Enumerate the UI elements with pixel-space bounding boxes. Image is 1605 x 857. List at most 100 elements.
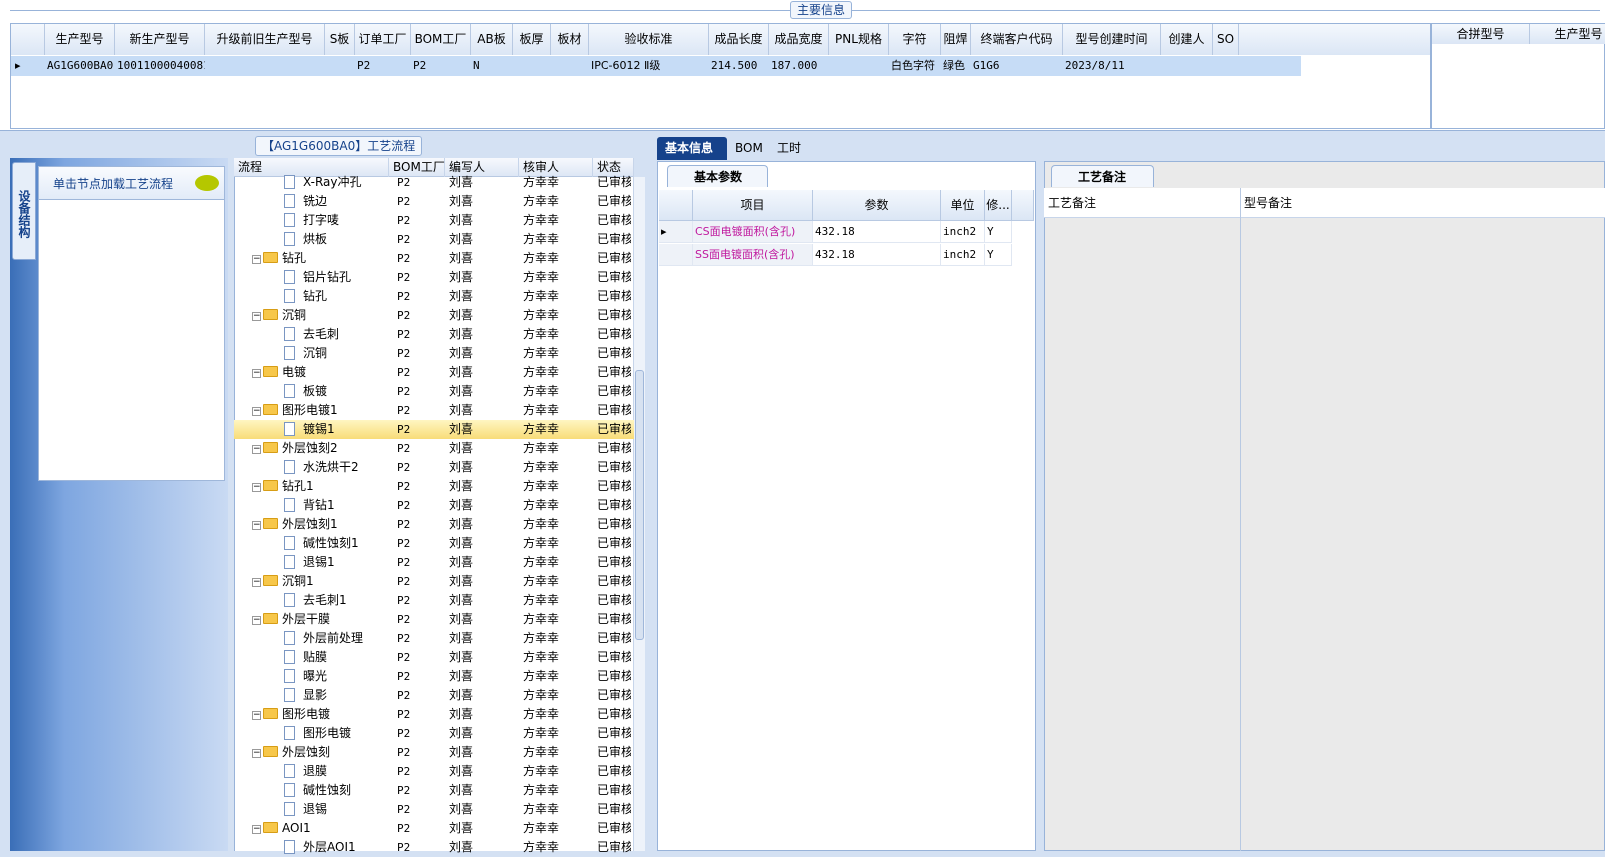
- tree-row[interactable]: − 外层干膜 P2 刘喜 方幸幸 已审核: [234, 610, 634, 629]
- cell[interactable]: [513, 56, 551, 76]
- tree-row[interactable]: − 沉铜1 P2 刘喜 方幸幸 已审核: [234, 572, 634, 591]
- column-header[interactable]: PNL规格: [829, 24, 889, 55]
- basic-params-tab[interactable]: 基本参数: [667, 165, 768, 187]
- tree-row[interactable]: 沉铜 P2 刘喜 方幸幸 已审核: [234, 344, 634, 363]
- splitter[interactable]: [1036, 161, 1044, 851]
- column-header[interactable]: 板材: [551, 24, 589, 55]
- tree-row[interactable]: 背钻1 P2 刘喜 方幸幸 已审核: [234, 496, 634, 515]
- cell[interactable]: AG1G600BA0: [45, 56, 115, 76]
- cell[interactable]: [205, 56, 325, 76]
- cell-mod[interactable]: Y: [985, 244, 1012, 266]
- tree-node[interactable]: 沉铜: [284, 344, 389, 363]
- column-header[interactable]: 验收标准: [589, 24, 709, 55]
- cell-unit[interactable]: inch2: [941, 244, 985, 266]
- tree-row[interactable]: 退膜 P2 刘喜 方幸幸 已审核: [234, 762, 634, 781]
- tree-row[interactable]: − 图形电镀 P2 刘喜 方幸幸 已审核: [234, 705, 634, 724]
- tree-node[interactable]: 打字唛: [284, 211, 389, 230]
- cell[interactable]: [1213, 56, 1239, 76]
- column-header[interactable]: S板: [325, 24, 355, 55]
- tab-bom[interactable]: BOM: [727, 137, 769, 160]
- tree-node[interactable]: 退膜: [284, 762, 389, 781]
- tree-row[interactable]: − 钻孔1 P2 刘喜 方幸幸 已审核: [234, 477, 634, 496]
- cell-item[interactable]: SS面电镀面积(含孔): [693, 244, 813, 266]
- column-header[interactable]: 合拼型号: [1432, 24, 1530, 44]
- tree-row[interactable]: X-Ray冲孔 P2 刘喜 方幸幸 已审核: [234, 173, 634, 192]
- column-header[interactable]: 成品宽度: [769, 24, 829, 55]
- tree-node[interactable]: 碱性蚀刻1: [284, 534, 389, 553]
- tree-node[interactable]: − 外层蚀刻: [252, 743, 389, 762]
- tree-row[interactable]: 镀锡1 P2 刘喜 方幸幸 已审核: [234, 420, 634, 439]
- tree-row[interactable]: − 外层蚀刻1 P2 刘喜 方幸幸 已审核: [234, 515, 634, 534]
- tree-row[interactable]: − 外层蚀刻 P2 刘喜 方幸幸 已审核: [234, 743, 634, 762]
- cell[interactable]: P2: [355, 56, 411, 76]
- tree-row[interactable]: 水洗烘干2 P2 刘喜 方幸幸 已审核: [234, 458, 634, 477]
- cell[interactable]: 214.500: [709, 56, 769, 76]
- column-header[interactable]: 型号创建时间: [1063, 24, 1161, 55]
- column-header[interactable]: 阻焊: [941, 24, 971, 55]
- column-header[interactable]: 订单工厂: [355, 24, 411, 55]
- tree-row[interactable]: − 沉铜 P2 刘喜 方幸幸 已审核: [234, 306, 634, 325]
- column-header[interactable]: SO: [1213, 24, 1239, 55]
- tree-node[interactable]: 铣边: [284, 192, 389, 211]
- collapse-toggle-icon[interactable]: −: [252, 578, 261, 587]
- column-header[interactable]: 参数: [813, 190, 941, 221]
- cell-value[interactable]: 432.18: [813, 221, 941, 243]
- tree-row[interactable]: 碱性蚀刻1 P2 刘喜 方幸幸 已审核: [234, 534, 634, 553]
- tree-node[interactable]: 碱性蚀刻: [284, 781, 389, 800]
- collapse-toggle-icon[interactable]: −: [252, 616, 261, 625]
- column-header[interactable]: 生产型号: [1530, 24, 1605, 44]
- tree-row[interactable]: − AOI1 P2 刘喜 方幸幸 已审核: [234, 819, 634, 838]
- tree-row[interactable]: − 钻孔 P2 刘喜 方幸幸 已审核: [234, 249, 634, 268]
- tree-node[interactable]: 外层前处理: [284, 629, 389, 648]
- collapse-toggle-icon[interactable]: −: [252, 711, 261, 720]
- collapse-toggle-icon[interactable]: −: [252, 445, 261, 454]
- tree-row[interactable]: 烘板 P2 刘喜 方幸幸 已审核: [234, 230, 634, 249]
- cell[interactable]: N: [471, 56, 513, 76]
- tree-node[interactable]: 外层AOI1: [284, 838, 389, 857]
- tree-row[interactable]: 去毛刺 P2 刘喜 方幸幸 已审核: [234, 325, 634, 344]
- tab-hours[interactable]: 工时: [769, 137, 813, 160]
- cell[interactable]: [551, 56, 589, 76]
- cell[interactable]: IPC-6012 Ⅱ级: [589, 56, 709, 76]
- column-header[interactable]: 创建人: [1161, 24, 1213, 55]
- cell[interactable]: 白色字符: [889, 56, 941, 76]
- cell-unit[interactable]: inch2: [941, 221, 985, 243]
- tree-node[interactable]: 背钻1: [284, 496, 389, 515]
- tree-row[interactable]: 板镀 P2 刘喜 方幸幸 已审核: [234, 382, 634, 401]
- tree-row[interactable]: − 外层蚀刻2 P2 刘喜 方幸幸 已审核: [234, 439, 634, 458]
- tree-node[interactable]: 退锡: [284, 800, 389, 819]
- tree-node[interactable]: 去毛刺: [284, 325, 389, 344]
- column-header[interactable]: 生产型号: [45, 24, 115, 55]
- tree-node[interactable]: 显影: [284, 686, 389, 705]
- cell-mod[interactable]: Y: [985, 221, 1012, 243]
- tree-row[interactable]: 外层前处理 P2 刘喜 方幸幸 已审核: [234, 629, 634, 648]
- cell[interactable]: 2023/8/11: [1063, 56, 1161, 76]
- tree-node[interactable]: − AOI1: [252, 819, 389, 838]
- tree-node[interactable]: − 沉铜1: [252, 572, 389, 591]
- tree-row[interactable]: 外层AOI1 P2 刘喜 方幸幸 已审核: [234, 838, 634, 857]
- tree-node[interactable]: 退锡1: [284, 553, 389, 572]
- tree-node[interactable]: − 沉铜: [252, 306, 389, 325]
- tree-row[interactable]: 铝片钻孔 P2 刘喜 方幸幸 已审核: [234, 268, 634, 287]
- tree-node[interactable]: − 钻孔: [252, 249, 389, 268]
- collapse-toggle-icon[interactable]: −: [252, 825, 261, 834]
- main-info-grid[interactable]: ▸ 生产型号 AG1G600BA0 新生产型号 10011000040081 升级前旧生产…: [10, 23, 1431, 129]
- tree-node[interactable]: 铝片钻孔: [284, 268, 389, 287]
- tree-node[interactable]: 钻孔: [284, 287, 389, 306]
- tree-row[interactable]: 钻孔 P2 刘喜 方幸幸 已审核: [234, 287, 634, 306]
- tree-node[interactable]: 板镀: [284, 382, 389, 401]
- cell[interactable]: [1161, 56, 1213, 76]
- tree-row[interactable]: − 电镀 P2 刘喜 方幸幸 已审核: [234, 363, 634, 382]
- cell[interactable]: G1G6: [971, 56, 1063, 76]
- tree-row[interactable]: 打字唛 P2 刘喜 方幸幸 已审核: [234, 211, 634, 230]
- tab-basic-info[interactable]: 基本信息: [657, 137, 727, 160]
- tree-node[interactable]: 水洗烘干2: [284, 458, 389, 477]
- column-header[interactable]: 项目: [693, 190, 813, 221]
- tree-node[interactable]: − 外层干膜: [252, 610, 389, 629]
- tree-row[interactable]: 显影 P2 刘喜 方幸幸 已审核: [234, 686, 634, 705]
- column-header[interactable]: AB板: [471, 24, 513, 55]
- params-grid[interactable]: 项目 参数 单位 修... ▸ CS面电镀面积(含孔) 432.18 inch2 Y SS面电镀面…: [659, 190, 1034, 270]
- tree-node[interactable]: 烘板: [284, 230, 389, 249]
- collapse-toggle-icon[interactable]: −: [252, 521, 261, 530]
- collapse-toggle-icon[interactable]: −: [252, 749, 261, 758]
